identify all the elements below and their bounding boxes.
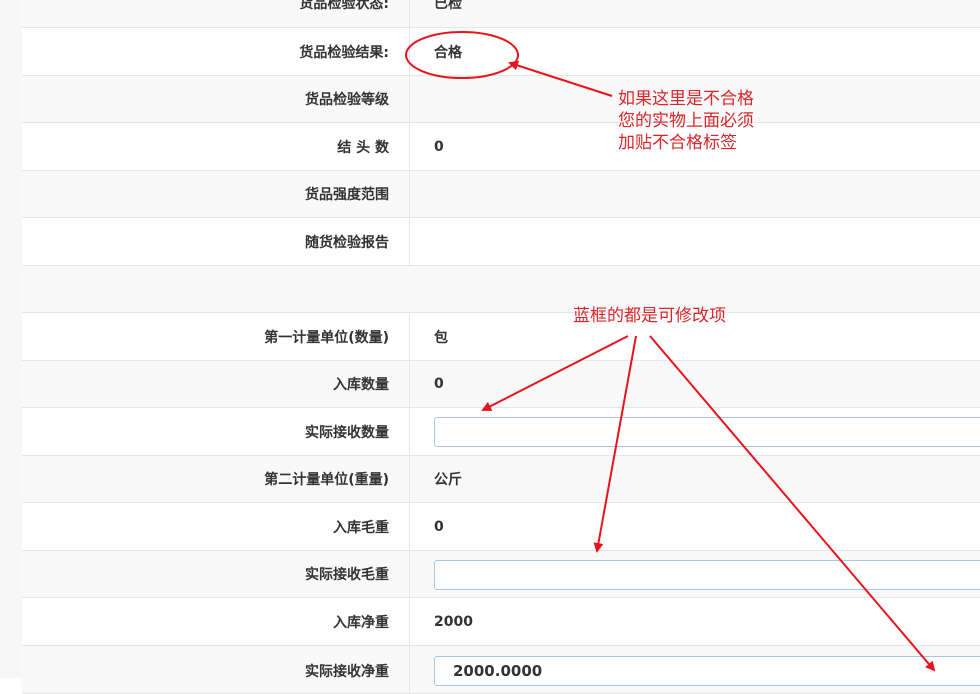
inspection-grade-label: 货品检验等级 (22, 76, 410, 122)
table-row: 货品检验等级 (22, 76, 980, 123)
inbound-net-weight-label: 入库净重 (22, 598, 410, 645)
strength-range-label: 货品强度范围 (22, 171, 410, 217)
second-unit-label: 第二计量单位(重量) (22, 456, 410, 502)
table-row: 第二计量单位(重量) 公斤 (22, 456, 980, 503)
received-quantity-label: 实际接收数量 (22, 408, 410, 455)
inspection-result-label: 货品检验结果: (22, 28, 410, 75)
inspection-report-label: 随货检验报告 (22, 218, 410, 265)
table-row: 实际接收毛重 (22, 551, 980, 598)
inspection-status-label: 货品检验状态: (22, 0, 410, 27)
table-row: 结 头 数 0 (22, 123, 980, 171)
inbound-net-weight-value: 2000 (434, 613, 473, 630)
annotation-line: 您的实物上面必须 (618, 111, 754, 131)
annotation-note-1: 如果这里是不合格 您的实物上面必须 加贴不合格标签 (618, 88, 754, 154)
table-row: 货品检验状态: 已检 (22, 0, 980, 28)
table-row: 货品检验结果: 合格 (22, 28, 980, 76)
second-unit-value: 公斤 (434, 472, 462, 488)
separator-label (22, 266, 410, 312)
received-net-weight-label: 实际接收净重 (22, 646, 410, 693)
annotation-line: 加贴不合格标签 (618, 133, 737, 153)
inbound-quantity-label: 入库数量 (22, 361, 410, 407)
received-quantity-input[interactable] (434, 417, 980, 447)
table-row: 入库净重 2000 (22, 598, 980, 646)
knot-count-label: 结 头 数 (22, 123, 410, 170)
first-unit-label: 第一计量单位(数量) (22, 313, 410, 360)
first-unit-value: 包 (434, 329, 448, 346)
table-row: 第一计量单位(数量) 包 (22, 313, 980, 361)
table-row: 入库毛重 0 (22, 503, 980, 551)
received-gross-weight-input[interactable] (434, 560, 980, 590)
table-row: 随货检验报告 (22, 218, 980, 266)
inspection-status-value: 已检 (434, 0, 462, 12)
inbound-gross-weight-value: 0 (434, 518, 444, 535)
annotation-line: 如果这里是不合格 (618, 89, 754, 109)
received-net-weight-input[interactable] (434, 656, 980, 686)
knot-count-value: 0 (434, 138, 444, 155)
inbound-gross-weight-label: 入库毛重 (22, 503, 410, 550)
inspection-result-value: 合格 (434, 44, 462, 61)
left-margin (0, 0, 22, 678)
table-row: 实际接收净重 (22, 646, 980, 694)
inbound-quantity-value: 0 (434, 376, 444, 392)
table-row: 实际接收数量 (22, 408, 980, 456)
table-row: 入库数量 0 (22, 361, 980, 408)
table-row-separator (22, 266, 980, 313)
received-gross-weight-label: 实际接收毛重 (22, 551, 410, 597)
goods-detail-table: 货品检验状态: 已检 货品检验结果: 合格 货品检验等级 结 头 数 0 货品强… (22, 0, 980, 694)
annotation-note-2: 蓝框的都是可修改项 (573, 306, 726, 326)
table-row: 货品强度范围 (22, 171, 980, 218)
